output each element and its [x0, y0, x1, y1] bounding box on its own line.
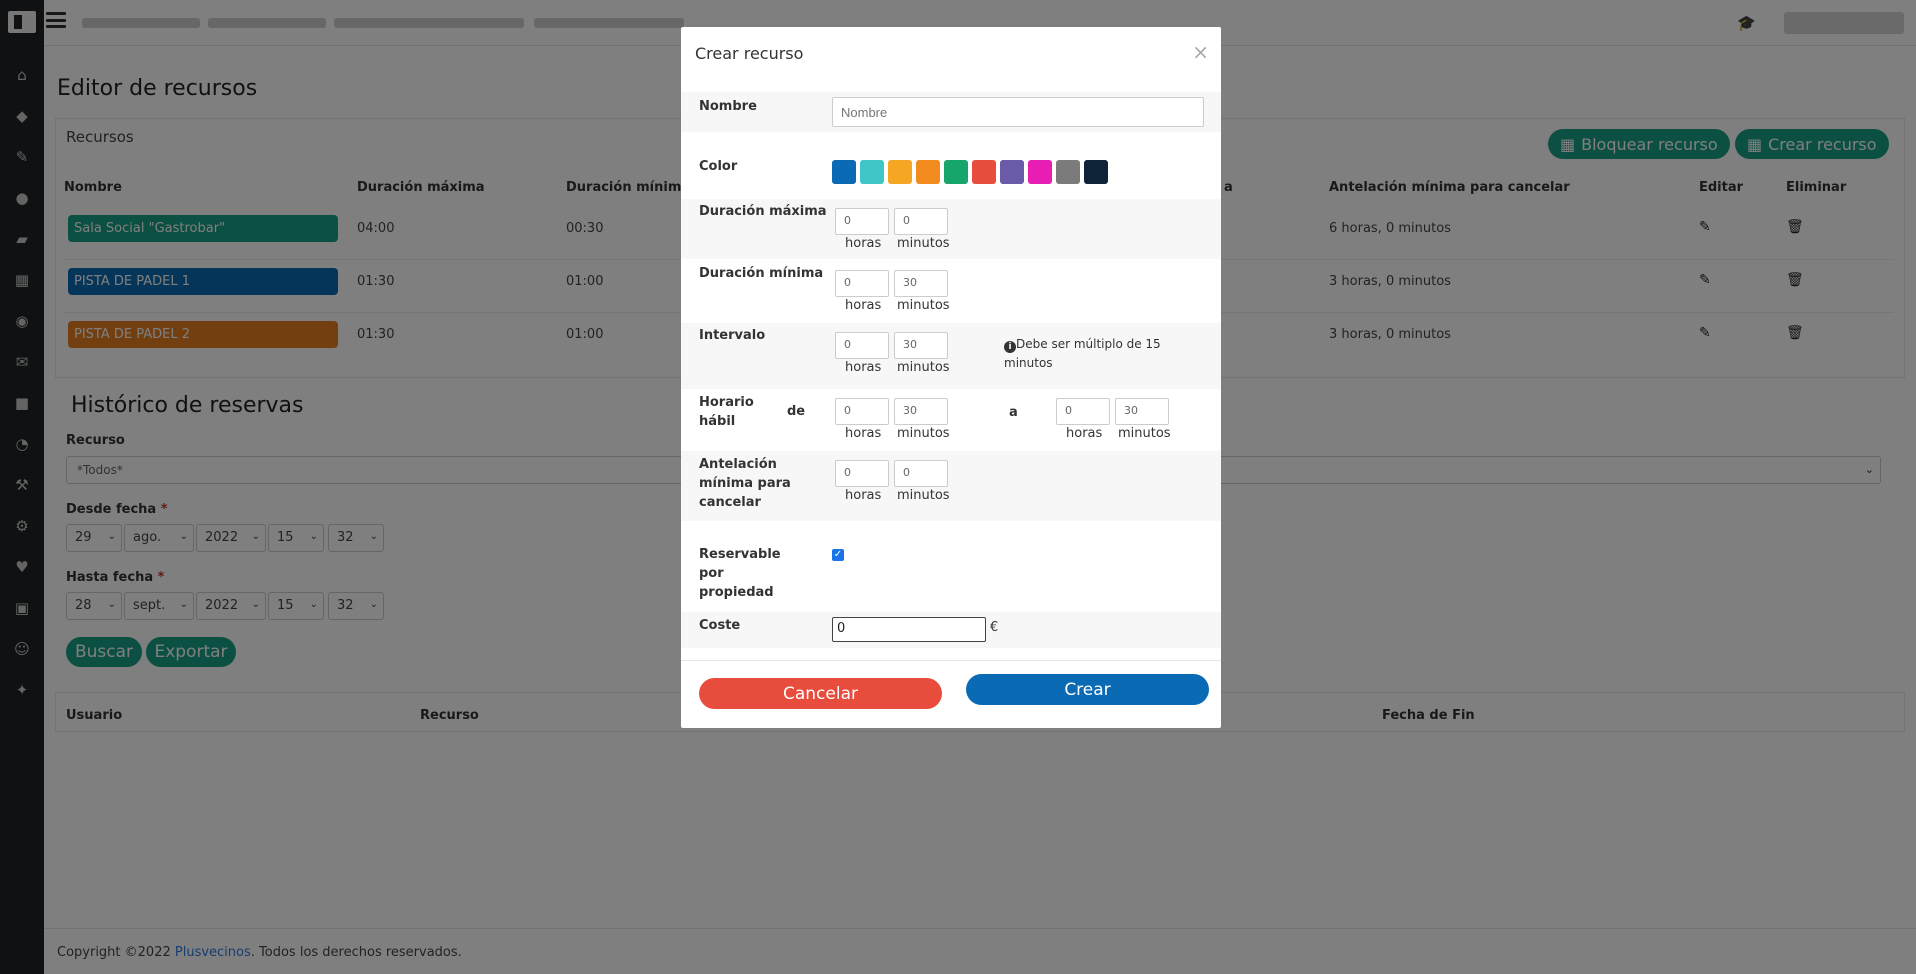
intervalo-label: Intervalo [699, 328, 766, 343]
info-icon: i [1004, 341, 1016, 353]
horario-from-minutes-input[interactable]: 30 [894, 398, 948, 425]
color-label: Color [699, 159, 738, 174]
dur-max-hours-input[interactable]: 0 [835, 208, 889, 235]
minutos-label: minutos [897, 360, 950, 375]
horas-label: horas [845, 298, 882, 313]
create-button[interactable]: Crear [966, 674, 1209, 705]
a-label: a [1009, 405, 1018, 420]
intervalo-minutes-input[interactable]: 30 [894, 332, 948, 359]
reservable-checkbox[interactable]: ✓ [832, 549, 844, 561]
dur-max-minutes-input[interactable]: 0 [894, 208, 948, 235]
antelacion-minutes-input[interactable]: 0 [894, 460, 948, 487]
color-swatch[interactable] [832, 160, 856, 184]
minutos-label: minutos [1118, 426, 1171, 441]
horario-to-minutes-input[interactable]: 30 [1115, 398, 1169, 425]
intervalo-hours-input[interactable]: 0 [835, 332, 889, 359]
color-swatch[interactable] [944, 160, 968, 184]
horario-label: Horario hábil [699, 395, 754, 429]
coste-input[interactable]: 0 [832, 617, 986, 642]
coste-label: Coste [699, 618, 741, 633]
nombre-input[interactable] [832, 97, 1204, 127]
de-label: de [787, 404, 806, 419]
horas-label: horas [845, 488, 882, 503]
dur-min-label: Duración mínima [699, 266, 824, 281]
horas-label: horas [1066, 426, 1103, 441]
modal-divider [681, 660, 1221, 661]
antelacion-hours-input[interactable]: 0 [835, 460, 889, 487]
horario-to-hours-input[interactable]: 0 [1056, 398, 1110, 425]
reservable-label: Reservable por propiedad [699, 547, 781, 600]
close-icon[interactable]: × [1192, 40, 1209, 64]
antelacion-label: Antelación mínima para cancelar [699, 457, 791, 510]
horas-label: horas [845, 360, 882, 375]
horas-label: horas [845, 426, 882, 441]
color-swatch[interactable] [1084, 160, 1108, 184]
dur-min-minutes-input[interactable]: 30 [894, 270, 948, 297]
color-swatch[interactable] [972, 160, 996, 184]
horario-from-hours-input[interactable]: 0 [835, 398, 889, 425]
minutos-label: minutos [897, 426, 950, 441]
cancel-button[interactable]: Cancelar [699, 678, 942, 709]
minutos-label: minutos [897, 236, 950, 251]
minutos-label: minutos [897, 488, 950, 503]
intervalo-note: i Debe ser múltiplo de 15 minutos [1004, 337, 1161, 370]
color-swatch[interactable] [888, 160, 912, 184]
color-swatch[interactable] [1056, 160, 1080, 184]
horas-label: horas [845, 236, 882, 251]
modal-title: Crear recurso [695, 44, 804, 63]
color-swatch[interactable] [860, 160, 884, 184]
color-swatch[interactable] [916, 160, 940, 184]
minutos-label: minutos [897, 298, 950, 313]
color-swatch[interactable] [1000, 160, 1024, 184]
create-resource-modal: Crear recurso × Nombre Color Duración má… [681, 27, 1221, 728]
color-swatch[interactable] [1028, 160, 1052, 184]
dur-max-label: Duración máxima [699, 204, 827, 219]
nombre-label: Nombre [699, 99, 757, 114]
currency-symbol: € [990, 620, 999, 635]
dur-min-hours-input[interactable]: 0 [835, 270, 889, 297]
